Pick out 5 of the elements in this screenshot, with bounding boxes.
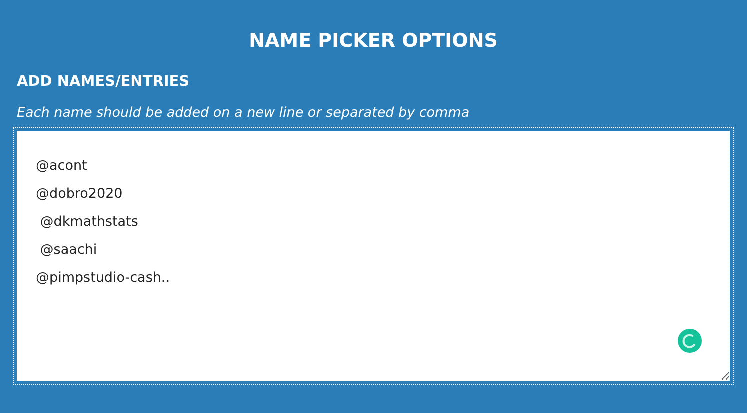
hint-text: Each name should be added on a new line or separated by comma: [17, 104, 471, 122]
panel-title: NAME PICKER OPTIONS: [248, 29, 499, 54]
loading-icon: [678, 329, 702, 353]
names-field[interactable]: @acont @dobro2020 @dkmathstats @saachi @pimpstudio-cash..: [17, 131, 730, 381]
section-heading: ADD NAMES/ENTRIES: [17, 73, 191, 92]
